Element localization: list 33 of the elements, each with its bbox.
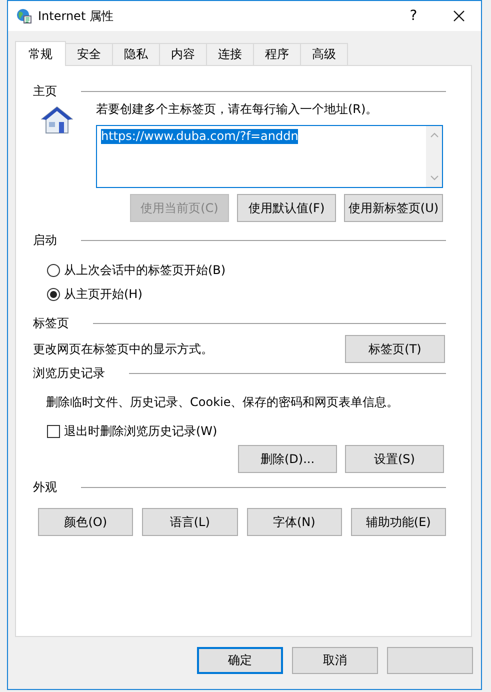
dialog-button[interactable]: 删除(D)...	[238, 445, 337, 473]
section-heading: 外观	[33, 478, 57, 496]
section-heading: 标签页	[33, 314, 69, 332]
section-heading: 主页	[33, 82, 57, 100]
checkbox-option[interactable]: 退出时删除浏览历史记录(W)	[47, 423, 446, 439]
tab[interactable]: 常规	[15, 41, 66, 66]
scroll-up-icon[interactable]	[430, 132, 438, 138]
dialog-button[interactable]: 使用新标签页(U)	[344, 194, 443, 222]
radio-option[interactable]: 从主页开始(H)	[47, 286, 446, 302]
scrollbar[interactable]	[426, 126, 442, 187]
dialog-button[interactable]: 颜色(O)	[38, 508, 134, 536]
dialog-button[interactable]: 字体(N)	[246, 508, 342, 536]
dialog-button[interactable]: 语言(L)	[142, 508, 238, 536]
dialog-button[interactable]: 辅助功能(E)	[350, 508, 446, 536]
url-field[interactable]: https://www.duba.com/?f=anddn	[96, 125, 443, 188]
window-title: Internet 属性	[38, 8, 114, 24]
dialog-button[interactable]: 使用默认值(F)	[237, 194, 336, 222]
close-icon	[452, 10, 464, 22]
scroll-down-icon[interactable]	[430, 175, 438, 181]
dialog-button[interactable]: 取消	[292, 647, 378, 674]
description-text: 删除临时文件、历史记录、Cookie、保存的密码和网页表单信息。	[46, 394, 400, 410]
globe-icon	[16, 8, 32, 24]
tab[interactable]: 高级	[300, 43, 348, 65]
section-heading: 浏览历史记录	[33, 364, 105, 382]
dialog-button[interactable]: 确定	[197, 647, 283, 674]
description-text: 更改网页在标签页中的显示方式。	[33, 341, 213, 357]
house-icon	[41, 106, 73, 134]
section-heading: 启动	[33, 232, 57, 248]
dialog-button[interactable]: 设置(S)	[345, 445, 444, 473]
radio-option[interactable]: 从上次会话中的标签页开始(B)	[47, 262, 446, 278]
instruction-text: 若要创建多个主标签页，请在每行输入一个地址(R)。	[96, 101, 379, 117]
dialog-button[interactable]	[387, 647, 473, 674]
dialog-button[interactable]: 标签页(T)	[345, 335, 445, 363]
